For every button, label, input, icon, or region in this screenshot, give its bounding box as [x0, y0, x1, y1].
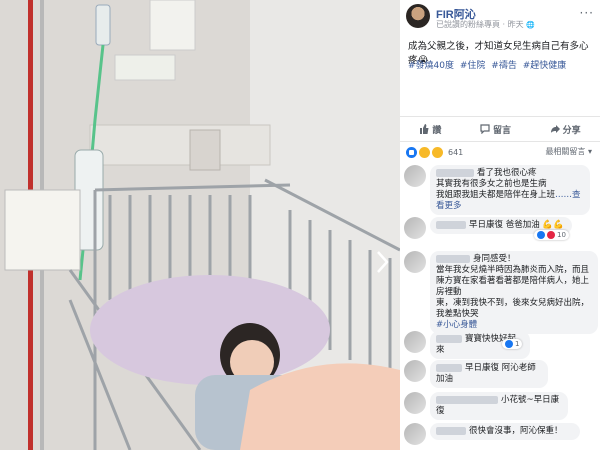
comment-line: 其實我有很多女之前也是生病: [436, 179, 547, 189]
share-button[interactable]: 分享: [550, 123, 581, 136]
haha-reaction-icon: [419, 146, 430, 158]
comment-line: 看了我也很心疼: [477, 168, 537, 178]
comment-line: 早日康復 爸爸加油 💪💪: [469, 220, 564, 230]
comment-sort-dropdown[interactable]: 最相關留言 ▾: [545, 146, 592, 157]
commenter-avatar[interactable]: [404, 423, 426, 445]
love-reaction-icon: [547, 231, 555, 239]
page-avatar[interactable]: [406, 4, 430, 28]
like-reaction-icon: [406, 146, 417, 158]
post-photo[interactable]: [0, 0, 400, 450]
reactions-summary[interactable]: 641: [406, 145, 463, 159]
comment-button[interactable]: 留言: [480, 123, 511, 136]
commenter-name[interactable]: [436, 334, 462, 343]
commenter-name[interactable]: [436, 254, 470, 263]
like-reaction-icon: [537, 231, 545, 239]
comment-like-count[interactable]: 10: [534, 230, 569, 240]
comment-bubble: 很快會沒事，阿沁保重！: [430, 423, 580, 440]
comment-like-count[interactable]: 1: [502, 339, 523, 349]
post-details-panel: FIR阿沁 已說讚的粉絲專頁 · 昨天 🌐 ··· 成為父親之後，才知道女兒生病…: [400, 0, 600, 450]
thumbs-up-icon: [420, 124, 429, 134]
comment-line: 當年我女兒燒半時因為肺炎而入院，而且: [436, 265, 590, 275]
commenter-name[interactable]: [436, 220, 466, 229]
comment-icon: [480, 124, 490, 134]
comment-line: 東，凍到我快不到，後來女兒病好出院，: [436, 298, 590, 308]
post-header: FIR阿沁 已說讚的粉絲專頁 · 昨天 🌐 ···: [406, 4, 596, 30]
commenter-name[interactable]: [436, 168, 474, 177]
comment-line: 我差點快哭: [436, 309, 479, 319]
commenter-avatar[interactable]: [404, 251, 426, 273]
like-reaction-icon: [505, 340, 513, 348]
hashtag-link[interactable]: #禱告: [491, 61, 517, 71]
comment-line: 身同感受！: [473, 254, 516, 264]
next-photo-icon[interactable]: [374, 250, 390, 274]
sad-reaction-icon: [432, 146, 443, 158]
comment-line: 很快會沒事，阿沁保重！: [469, 426, 563, 436]
like-button[interactable]: 讚: [419, 123, 441, 136]
share-label: 分享: [562, 125, 581, 136]
comment-like-number: 1: [515, 340, 520, 348]
like-label: 讚: [432, 125, 442, 136]
comment-line: 陳方寶在家看著看著都是陪伴病人，她上房裡動: [436, 276, 590, 297]
more-options-icon[interactable]: ···: [580, 6, 594, 20]
comment-like-number: 10: [557, 231, 566, 239]
commenter-avatar[interactable]: [404, 360, 426, 382]
comment-hashtag[interactable]: #小心身體: [436, 320, 592, 331]
commenter-name[interactable]: [436, 395, 498, 404]
comment-bubble: 早日康復 阿沁老師加油: [430, 360, 548, 388]
hashtag-link[interactable]: #發燒40度: [408, 61, 454, 71]
commenter-avatar[interactable]: [404, 165, 426, 187]
post-actions: 讚 留言 分享: [400, 116, 600, 142]
post-meta: 已說讚的粉絲專頁 · 昨天 🌐: [436, 19, 535, 30]
commenter-avatar[interactable]: [404, 331, 426, 353]
hospital-crib-photo: [0, 0, 400, 450]
reaction-count: 641: [448, 147, 464, 157]
comment-line: 我姐跟我姐夫都是陪伴在身上班: [436, 190, 556, 200]
share-icon: [550, 125, 560, 133]
commenter-avatar[interactable]: [404, 217, 426, 239]
commenter-avatar[interactable]: [404, 392, 426, 414]
hashtag-link[interactable]: #住院: [460, 61, 486, 71]
comment-label: 留言: [492, 125, 511, 136]
post-meta-text: 已說讚的粉絲專頁 · 昨天: [436, 20, 524, 29]
comment-bubble: 身同感受！ 當年我女兒燒半時因為肺炎而入院，而且 陳方寶在家看著看著都是陪伴病人…: [430, 251, 598, 334]
commenter-name[interactable]: [436, 426, 466, 435]
hashtags: #發燒40度 #住院 #禱告 #趕快健康: [408, 58, 569, 71]
globe-icon: 🌐: [526, 21, 535, 29]
commenter-name[interactable]: [436, 363, 462, 372]
comment-bubble: 小花號~早日康復: [430, 392, 568, 420]
comment-bubble: 看了我也很心疼 其實我有很多女之前也是生病 我姐跟我姐夫都是陪伴在身上班……查看…: [430, 165, 590, 215]
hashtag-link[interactable]: #趕快健康: [523, 61, 567, 71]
